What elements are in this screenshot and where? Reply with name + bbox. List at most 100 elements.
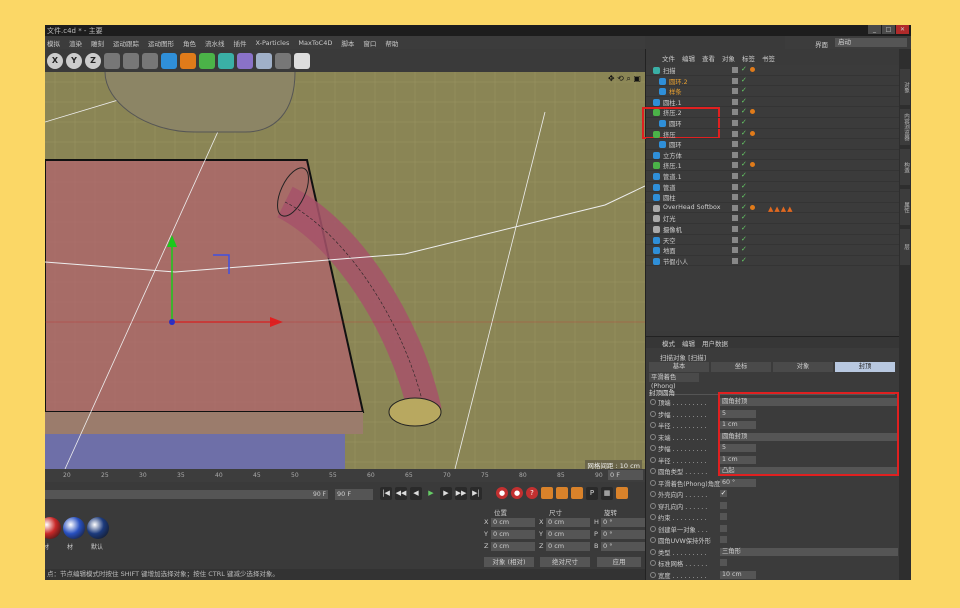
coord-mode-button[interactable]: 对象 (相对) (484, 557, 534, 567)
key-scale-button[interactable] (556, 487, 568, 499)
3d-viewport[interactable]: ✥ ⟲ ⌕ ▣ 网格间距 : 10 cm (45, 72, 645, 469)
coord-field-pos[interactable]: 0 cm (491, 518, 535, 527)
go-end-button[interactable]: ▶| (470, 487, 482, 500)
phong-tag-icon[interactable] (750, 162, 755, 168)
coord-field-size[interactable]: 0 cm (546, 518, 590, 527)
om-menu-item[interactable]: 标签 (742, 53, 755, 63)
animate-dot[interactable] (650, 514, 656, 520)
visibility-toggle[interactable] (732, 162, 738, 169)
end-frame-field[interactable]: 90 F (335, 489, 373, 500)
attr-menu-item[interactable]: 用户数据 (702, 338, 728, 348)
visibility-toggle[interactable] (732, 88, 738, 95)
array-icon[interactable] (218, 52, 234, 69)
coord-field-size[interactable]: 0 cm (546, 542, 590, 551)
menu-item[interactable]: 角色 (183, 38, 196, 48)
object-row[interactable]: 圆环 ✓ (646, 139, 900, 150)
object-row[interactable]: 圆环 ✓ (646, 118, 900, 129)
deformer-icon[interactable] (237, 52, 253, 69)
camera-icon[interactable] (275, 52, 291, 69)
object-row[interactable]: 圆环.2 ✓ (646, 76, 900, 87)
menu-item[interactable]: X-Particles (256, 39, 290, 47)
animate-dot[interactable] (650, 456, 656, 463)
enabled-check[interactable]: ✓ (741, 203, 747, 211)
material-ball[interactable] (63, 517, 85, 539)
maximize-button[interactable]: □ (882, 25, 895, 34)
timeline-ruler[interactable]: 20 25 30 35 40 45 50 55 60 65 70 75 80 85 90 0 F (45, 469, 645, 482)
visibility-toggle[interactable] (732, 257, 738, 264)
visibility-toggle[interactable] (732, 183, 738, 190)
pen-icon[interactable] (180, 52, 196, 69)
object-row[interactable]: 挤压.2 ✓ (646, 107, 900, 118)
key-settings-button[interactable] (616, 487, 628, 499)
phong-tag-icon[interactable] (750, 204, 755, 210)
render-settings-icon[interactable] (142, 52, 158, 69)
coord-apply-button[interactable]: 应用 (597, 557, 641, 567)
property-check[interactable] (720, 513, 727, 520)
om-menu-item[interactable]: 书签 (762, 53, 775, 63)
attr-menu-item[interactable]: 模式 (662, 338, 675, 348)
animate-dot[interactable] (650, 525, 656, 532)
visibility-toggle[interactable] (732, 236, 738, 243)
key-param-button[interactable]: P (586, 487, 598, 500)
material-ball[interactable] (87, 517, 109, 539)
visibility-toggle[interactable] (732, 77, 738, 84)
enabled-check[interactable]: ✓ (741, 86, 747, 94)
frame-field[interactable]: 0 F (608, 470, 643, 480)
animate-dot[interactable] (650, 502, 656, 509)
visibility-toggle[interactable] (732, 204, 738, 211)
object-row[interactable]: 圆柱 ✓ (646, 192, 900, 203)
menu-item[interactable]: 插件 (234, 38, 247, 48)
om-menu-item[interactable]: 查看 (702, 53, 715, 63)
enabled-check[interactable]: ✓ (741, 245, 747, 253)
play-button[interactable]: ▶ (425, 487, 437, 500)
enabled-check[interactable]: ✓ (741, 107, 747, 115)
light-icon[interactable] (294, 52, 310, 69)
object-row[interactable]: 天空 ✓ (646, 235, 900, 246)
coord-field-pos[interactable]: 0 cm (491, 530, 535, 539)
coord-field-pos[interactable]: 0 cm (491, 542, 535, 551)
enabled-check[interactable]: ✓ (741, 256, 747, 264)
tab-object[interactable]: 对象 (773, 362, 833, 372)
cube-icon[interactable] (161, 52, 177, 69)
enabled-check[interactable]: ✓ (741, 65, 747, 73)
object-row[interactable]: 管道.1 ✓ (646, 171, 900, 182)
property-check[interactable] (720, 536, 727, 543)
visibility-toggle[interactable] (732, 215, 738, 222)
menu-item[interactable]: 流水线 (205, 38, 225, 48)
animate-dot[interactable] (650, 479, 656, 486)
material-ball[interactable] (45, 517, 61, 539)
animate-dot[interactable] (650, 433, 656, 440)
object-row[interactable]: 管道 ✓ (646, 182, 900, 193)
side-tab[interactable]: 属性 (900, 189, 910, 225)
visibility-toggle[interactable] (732, 130, 738, 137)
menu-item[interactable]: 渲染 (69, 38, 82, 48)
clapper-icon[interactable] (104, 52, 120, 69)
enabled-check[interactable]: ✓ (741, 182, 747, 190)
visibility-toggle[interactable] (732, 226, 738, 232)
animate-dot[interactable] (650, 468, 656, 474)
prev-frame-button[interactable]: ◀ (410, 487, 422, 500)
coord-size-mode-button[interactable]: 绝对尺寸 (540, 557, 590, 567)
key-rotation-button[interactable] (571, 487, 583, 499)
om-menu-item[interactable]: 编辑 (682, 53, 695, 63)
menu-item[interactable]: 帮助 (385, 38, 398, 48)
animate-dot[interactable] (650, 491, 656, 497)
object-row[interactable]: 立方体 ✓ (646, 150, 900, 161)
property-dropdown[interactable]: 三角形 (720, 547, 898, 556)
enabled-check[interactable]: ✓ (741, 118, 747, 126)
property-check[interactable] (720, 524, 727, 532)
visibility-toggle[interactable] (732, 67, 738, 73)
side-tab[interactable]: 层 (900, 229, 910, 265)
next-frame-button[interactable]: ▶ (440, 487, 452, 500)
attr-menu-item[interactable]: 编辑 (682, 338, 695, 348)
prev-key-button[interactable]: ◀◀ (395, 487, 407, 500)
visibility-toggle[interactable] (732, 247, 738, 254)
tab-coord[interactable]: 坐标 (711, 362, 771, 372)
object-row[interactable]: 灯光 ✓ (646, 213, 900, 224)
object-row[interactable]: 圆柱.1 ✓ (646, 97, 900, 108)
enabled-check[interactable]: ✓ (741, 160, 747, 168)
coord-field-size[interactable]: 0 cm (546, 530, 590, 539)
axis-lock-y-button[interactable]: Y (66, 52, 82, 69)
object-row[interactable]: 挤压.1 ✓ (646, 160, 900, 171)
visibility-toggle[interactable] (732, 109, 738, 116)
